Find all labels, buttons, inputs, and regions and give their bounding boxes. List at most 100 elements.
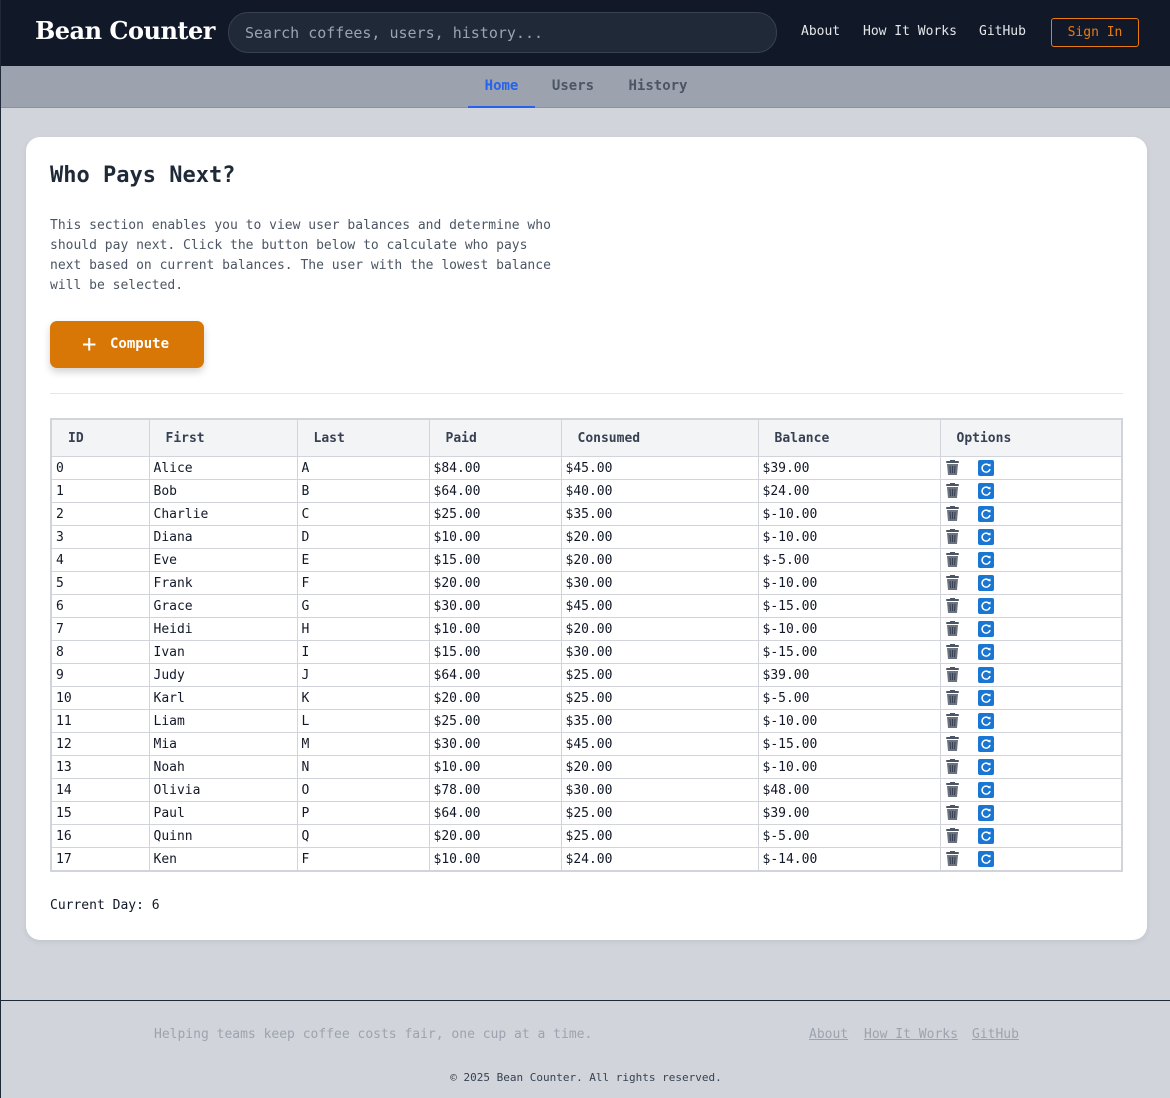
trash-icon[interactable] [945, 713, 960, 729]
brand-logo[interactable]: Bean Counter [35, 16, 215, 45]
table-cell: $25.00 [560, 663, 759, 687]
options-cell [939, 548, 1123, 572]
trash-icon[interactable] [945, 575, 960, 591]
options-cell [939, 709, 1123, 733]
table-cell: $45.00 [560, 456, 759, 480]
trash-icon[interactable] [945, 782, 960, 798]
table-cell: $84.00 [428, 456, 562, 480]
compute-button[interactable]: + Compute [50, 321, 204, 368]
trash-icon[interactable] [945, 598, 960, 614]
section-description: This section enables you to view user ba… [50, 218, 551, 293]
trash-icon[interactable] [945, 621, 960, 637]
trash-icon[interactable] [945, 828, 960, 844]
table-cell: $-15.00 [757, 640, 941, 664]
options-cell [939, 525, 1123, 549]
balances-table: ID First Last Paid Consumed Balance Options 0A… [50, 418, 1123, 872]
table-cell: Charlie [148, 502, 298, 526]
options-cell [939, 479, 1123, 503]
table-cell: $48.00 [757, 778, 941, 802]
table-cell: $15.00 [428, 640, 562, 664]
table-cell: $10.00 [428, 525, 562, 549]
table-cell: 7 [50, 617, 150, 641]
refresh-icon[interactable] [977, 759, 994, 775]
trash-icon[interactable] [945, 736, 960, 752]
refresh-icon[interactable] [977, 667, 994, 683]
tab-history[interactable]: History [617, 66, 699, 108]
trash-icon[interactable] [945, 759, 960, 775]
table-cell: $24.00 [560, 847, 759, 872]
table-cell: 5 [50, 571, 150, 595]
nav-link-github[interactable]: GitHub [979, 24, 1026, 39]
trash-icon[interactable] [945, 644, 960, 660]
footer-link-how-it-works[interactable]: How It Works [864, 1027, 958, 1042]
trash-icon[interactable] [945, 460, 960, 476]
table-cell: Karl [148, 686, 298, 710]
table-row: 10 Karl K $20.00 $25.00 $-5.00 [50, 686, 1123, 710]
refresh-icon[interactable] [977, 690, 994, 706]
table-cell: Q [296, 824, 430, 848]
sign-in-button[interactable]: Sign In [1051, 18, 1139, 47]
tab-home[interactable]: Home [468, 66, 535, 108]
table-row: 3 Diana D $10.00 $20.00 $-10.00 [50, 525, 1123, 549]
trash-icon[interactable] [945, 483, 960, 499]
table-cell: $-5.00 [757, 548, 941, 572]
options-cell [939, 617, 1123, 641]
table-cell: Grace [148, 594, 298, 618]
trash-icon[interactable] [945, 690, 960, 706]
options-cell [939, 571, 1123, 595]
refresh-icon[interactable] [977, 621, 994, 637]
trash-icon[interactable] [945, 851, 960, 867]
table-cell: 8 [50, 640, 150, 664]
refresh-icon[interactable] [977, 644, 994, 660]
footer: Helping teams keep coffee costs fair, on… [1, 1000, 1170, 1098]
footer-link-github[interactable]: GitHub [972, 1027, 1019, 1042]
table-row: 12 Mia M $30.00 $45.00 $-15.00 [50, 732, 1123, 756]
trash-icon[interactable] [945, 667, 960, 683]
compute-button-label: Compute [110, 336, 170, 352]
options-cell [939, 663, 1123, 687]
table-cell: Quinn [148, 824, 298, 848]
plus-icon: + [82, 330, 97, 358]
nav-link-how-it-works[interactable]: How It Works [863, 24, 957, 39]
table-cell: 10 [50, 686, 150, 710]
main-card: Who Pays Next? This section enables you … [26, 137, 1147, 940]
refresh-icon[interactable] [977, 483, 994, 499]
trash-icon[interactable] [945, 529, 960, 545]
table-cell: $35.00 [560, 709, 759, 733]
refresh-icon[interactable] [977, 506, 994, 522]
trash-icon[interactable] [945, 552, 960, 568]
table-cell: $20.00 [560, 525, 759, 549]
search-input[interactable] [228, 12, 777, 53]
table-row: 9 Judy J $64.00 $25.00 $39.00 [50, 663, 1123, 687]
refresh-icon[interactable] [977, 552, 994, 568]
refresh-icon[interactable] [977, 529, 994, 545]
trash-icon[interactable] [945, 805, 960, 821]
refresh-icon[interactable] [977, 713, 994, 729]
table-cell: $-14.00 [757, 847, 941, 872]
refresh-icon[interactable] [977, 736, 994, 752]
tab-bar: Home Users History [1, 66, 1170, 108]
refresh-icon[interactable] [977, 851, 994, 867]
nav-link-about[interactable]: About [801, 24, 840, 39]
refresh-icon[interactable] [977, 575, 994, 591]
refresh-icon[interactable] [977, 782, 994, 798]
table-cell: 1 [50, 479, 150, 503]
refresh-icon[interactable] [977, 805, 994, 821]
table-cell: 17 [50, 847, 150, 872]
tab-users[interactable]: Users [541, 66, 605, 108]
refresh-icon[interactable] [977, 598, 994, 614]
table-row: 1 Bob B $64.00 $40.00 $24.00 [50, 479, 1123, 503]
footer-link-about[interactable]: About [809, 1027, 848, 1042]
table-cell: $39.00 [757, 456, 941, 480]
column-header: Consumed [560, 418, 759, 457]
refresh-icon[interactable] [977, 828, 994, 844]
column-header: ID [50, 418, 150, 457]
copyright: © 2025 Bean Counter. All rights reserved… [450, 1071, 722, 1084]
table-cell: $64.00 [428, 663, 562, 687]
refresh-icon[interactable] [977, 460, 994, 476]
table-cell: $25.00 [428, 502, 562, 526]
table-cell: I [296, 640, 430, 664]
options-cell [939, 640, 1123, 664]
options-cell [939, 824, 1123, 848]
trash-icon[interactable] [945, 506, 960, 522]
